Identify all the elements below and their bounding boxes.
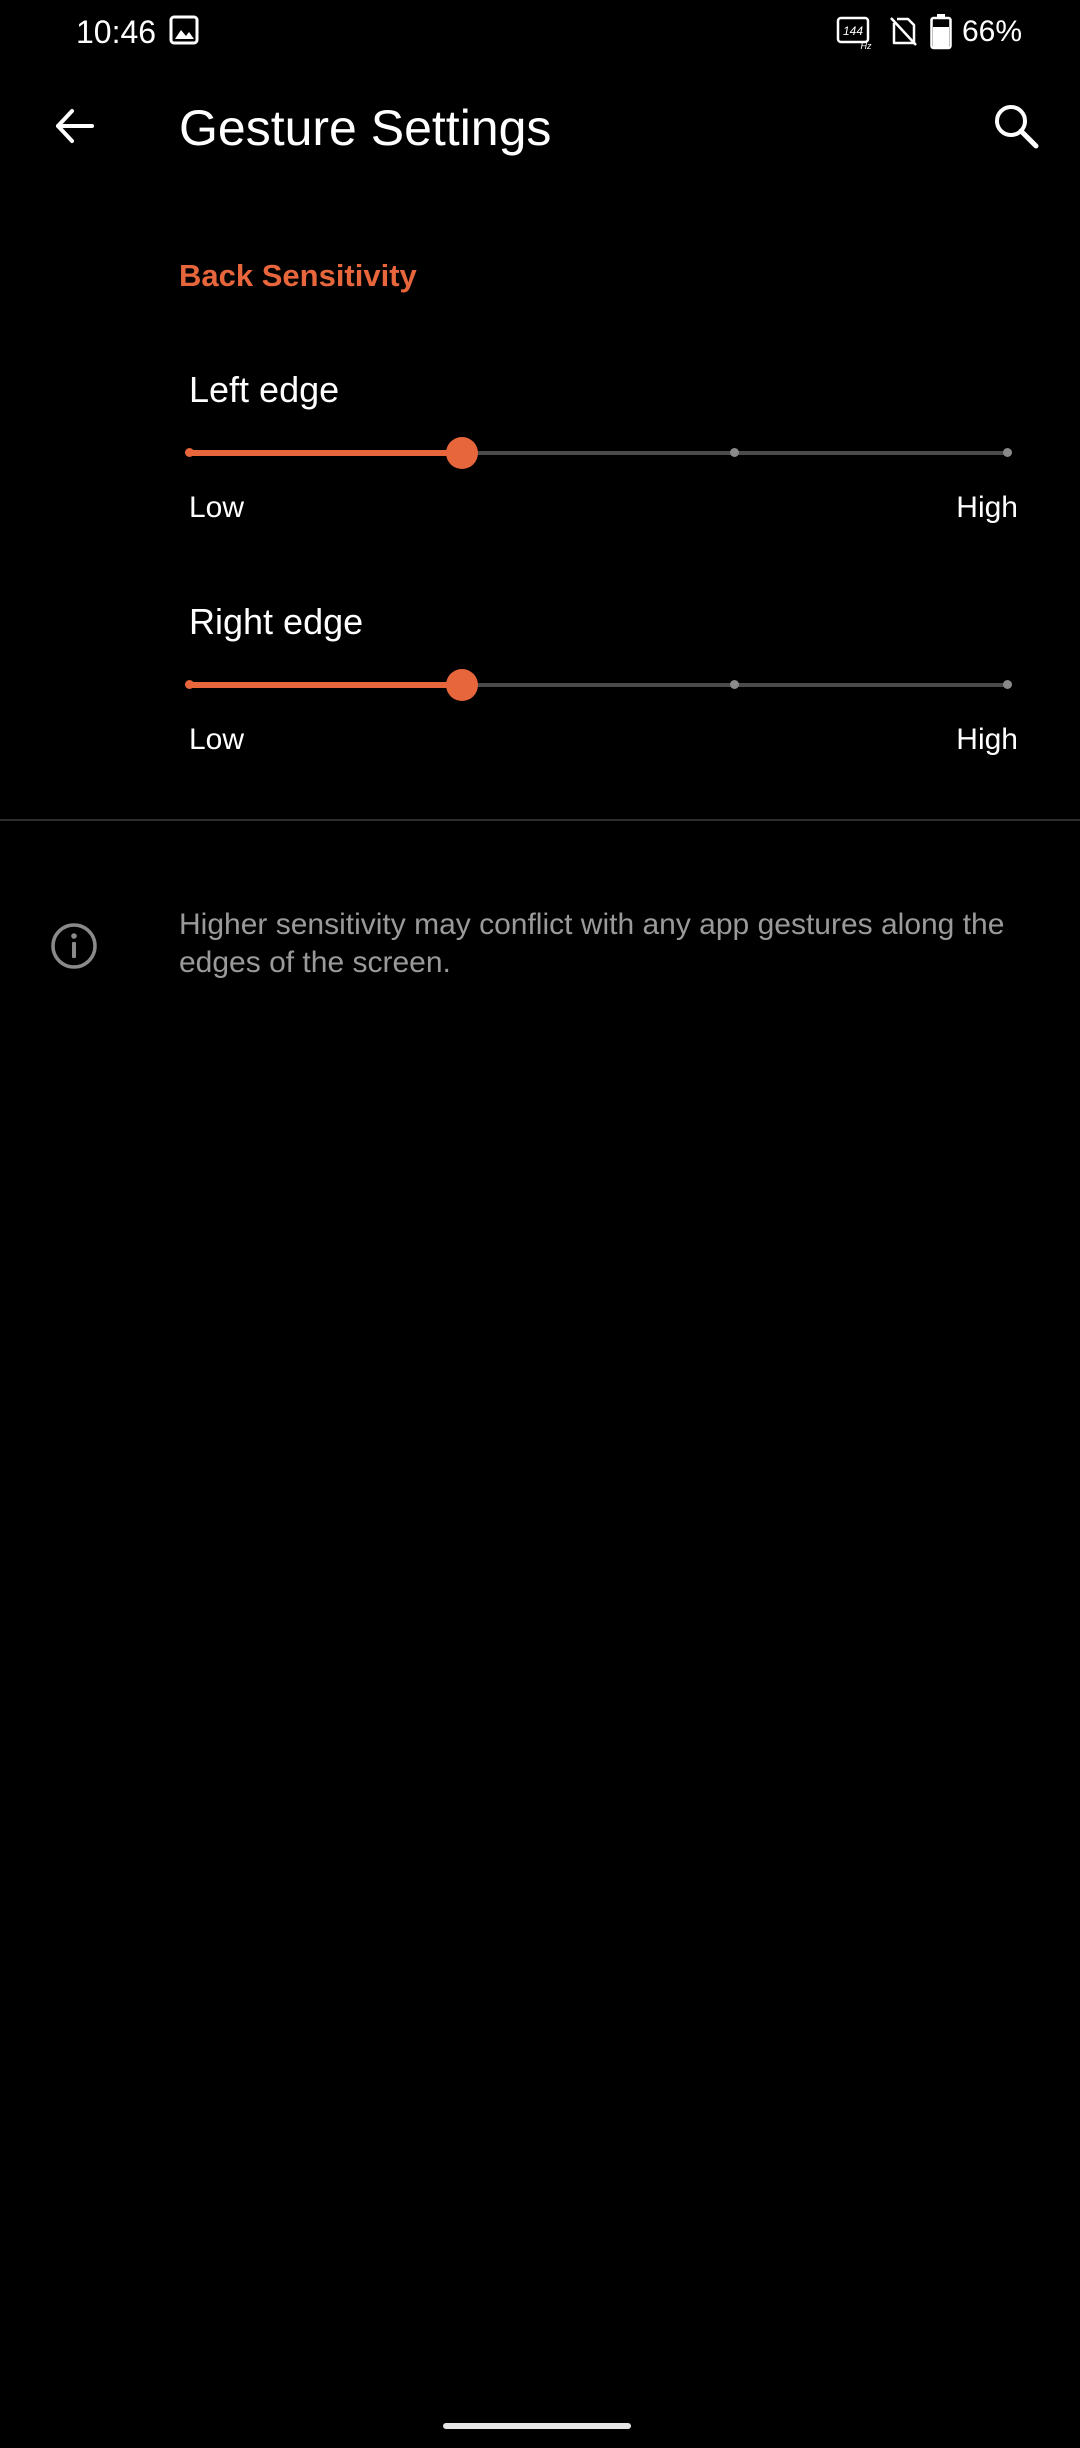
arrow-back-icon [56,109,94,143]
svg-text:Hz: Hz [861,41,872,50]
slider-thumb[interactable] [445,437,478,469]
section-header-back-sensitivity: Back Sensitivity [179,258,417,293]
gesture-navigation-handle[interactable] [443,2423,631,2429]
slider-tick [1003,680,1012,689]
refresh-rate-144hz-icon: 144 Hz [836,16,874,51]
slider-thumb[interactable] [445,669,478,701]
left-edge-slider[interactable] [180,428,1020,478]
left-edge-low-label: Low [189,491,245,524]
right-edge-high-label: High [956,723,1018,756]
left-edge-setting: Left edge Low High [0,368,1080,538]
slider-tick [185,448,194,457]
back-button[interactable] [38,90,110,162]
svg-text:144: 144 [843,24,863,38]
right-edge-setting: Right edge Low High [0,600,1080,770]
no-sim-icon [888,15,918,47]
battery-icon [930,14,952,50]
battery-percentage: 66% [962,15,1023,48]
slider-fill [189,682,462,688]
slider-tick [1003,448,1012,457]
right-edge-slider[interactable] [180,660,1020,710]
slider-fill [189,450,462,456]
slider-tick [730,680,740,689]
left-edge-high-label: High [956,491,1018,524]
search-button[interactable] [980,90,1052,162]
right-edge-low-label: Low [189,723,245,756]
slider-tick [730,448,740,457]
page-title: Gesture Settings [179,100,552,156]
left-edge-label: Left edge [189,369,340,410]
status-bar: 10:46 144 Hz 66% [0,0,1080,64]
slider-tick [185,680,194,689]
search-icon [995,105,1039,149]
info-icon [48,920,100,972]
gallery-icon [169,15,199,45]
right-edge-label: Right edge [189,601,364,642]
divider [0,819,1080,821]
info-text: Higher sensitivity may conflict with any… [179,908,1005,979]
gesture-settings-screen: 10:46 144 Hz 66% Gesture Settings Back S… [0,0,1080,2448]
status-time: 10:46 [76,14,157,50]
